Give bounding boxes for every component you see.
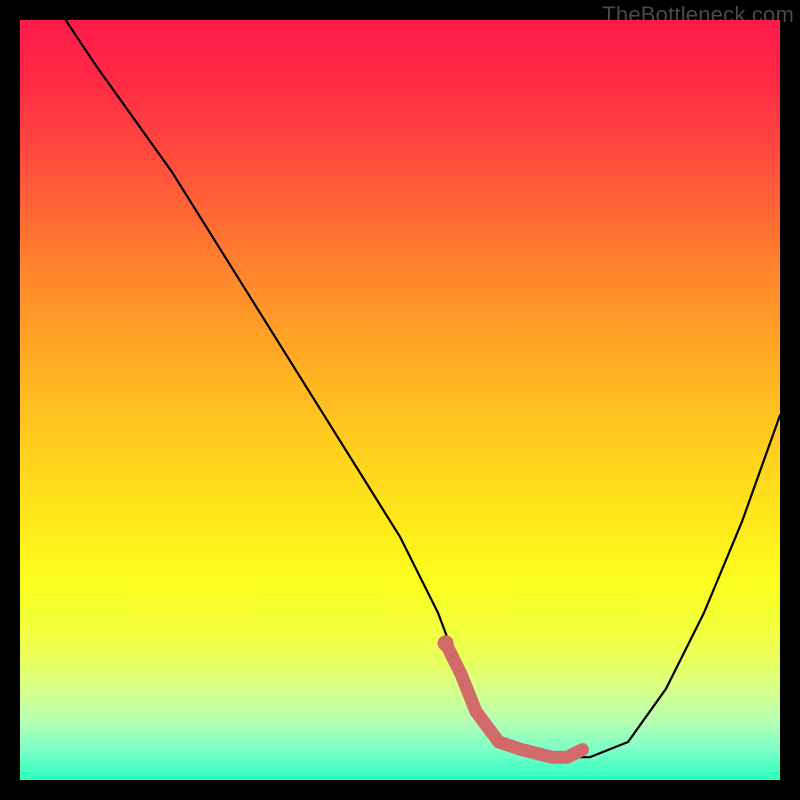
chart-frame: TheBottleneck.com	[0, 0, 800, 800]
highlight-segment	[446, 643, 583, 757]
chart-svg	[20, 20, 780, 780]
bottleneck-curve	[66, 20, 780, 757]
plot-area	[20, 20, 780, 780]
highlight-dot-icon	[438, 635, 454, 651]
